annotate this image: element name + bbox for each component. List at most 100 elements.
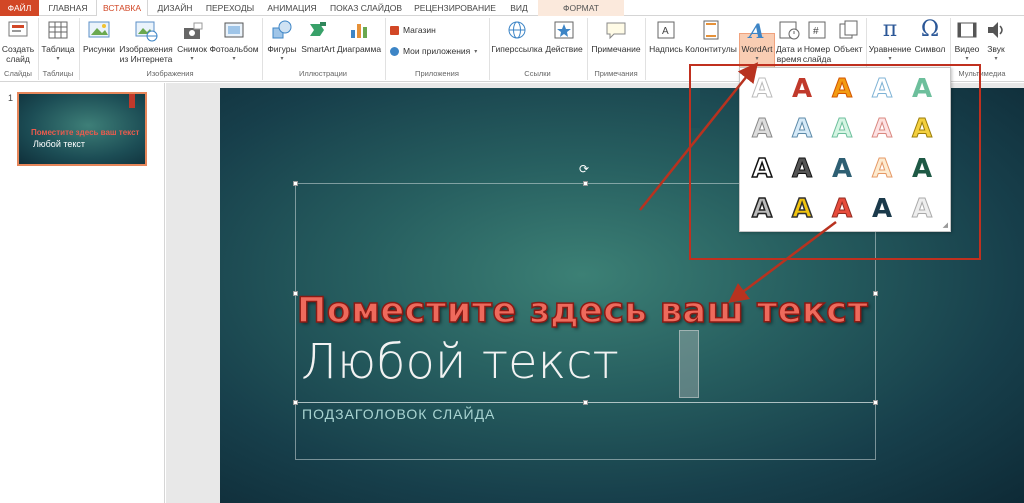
wordart-style-option[interactable]: A xyxy=(782,70,822,108)
shapes-button[interactable]: Фигуры ▾ xyxy=(264,18,300,64)
store-button[interactable]: Магазин xyxy=(390,25,436,35)
header-footer-button[interactable]: Колонтитулы xyxy=(685,18,737,54)
separator xyxy=(38,18,39,80)
shapes-label: Фигуры xyxy=(267,44,297,54)
tab-animations[interactable]: АНИМАЦИЯ xyxy=(262,0,322,16)
slide-title-text[interactable]: Любой текст xyxy=(301,334,619,390)
object-button[interactable]: Объект xyxy=(832,18,864,54)
chart-button[interactable]: Диаграмма xyxy=(336,18,382,54)
rotate-handle-icon[interactable]: ⟳ xyxy=(579,163,589,175)
slide-thumbnail[interactable]: Поместите здесь ваш текст Любой текст xyxy=(17,92,147,166)
wordart-style-option[interactable]: A xyxy=(822,70,862,108)
shapes-icon xyxy=(270,18,294,42)
wordart-style-option[interactable]: A xyxy=(902,190,942,228)
tab-file[interactable]: ФАЙЛ xyxy=(0,0,39,16)
online-pictures-button[interactable]: Изображения из Интернета xyxy=(118,18,174,64)
resize-handle[interactable] xyxy=(293,181,298,186)
new-slide-label-2: слайд xyxy=(6,54,30,64)
slide-number-label-2: слайда xyxy=(802,54,832,64)
action-button[interactable]: Действие xyxy=(544,18,584,54)
audio-button[interactable]: Звук ▾ xyxy=(982,18,1010,64)
wordart-style-option[interactable]: A xyxy=(822,150,862,188)
group-label-images: Изображения xyxy=(146,69,194,78)
new-slide-label-1: Создать xyxy=(1,44,35,54)
wordart-style-option[interactable]: A xyxy=(902,110,942,148)
photo-album-label: Фотоальбом xyxy=(209,44,259,54)
hyperlink-button[interactable]: Гиперссылка xyxy=(491,18,543,54)
group-label-illustrations: Иллюстрации xyxy=(299,69,347,78)
audio-label: Звук xyxy=(987,44,1005,54)
resize-handle[interactable] xyxy=(583,181,588,186)
my-apps-button[interactable]: Мои приложения ▾ xyxy=(390,46,477,56)
resize-handle[interactable] xyxy=(873,291,878,296)
wordart-style-option[interactable]: A xyxy=(742,110,782,148)
wordart-style-option[interactable]: A xyxy=(862,190,902,228)
wordart-style-option[interactable]: A xyxy=(902,70,942,108)
wordart-text[interactable]: Поместите здесь ваш текст xyxy=(296,290,868,332)
video-button[interactable]: Видео ▾ xyxy=(952,18,982,64)
wordart-button[interactable]: A WordArt ▾ xyxy=(738,18,776,64)
tab-home[interactable]: ГЛАВНАЯ xyxy=(44,0,92,16)
speaker-icon xyxy=(984,18,1008,42)
wordart-style-option[interactable]: A xyxy=(742,150,782,188)
slide-number-label-1: Номер xyxy=(803,44,831,54)
wordart-style-option[interactable]: A xyxy=(862,70,902,108)
wordart-style-option[interactable]: A xyxy=(822,190,862,228)
group-label-slides: Слайды xyxy=(4,69,32,78)
table-button[interactable]: Таблица ▾ xyxy=(40,18,76,64)
object-icon xyxy=(836,18,860,42)
online-pictures-label-1: Изображения xyxy=(119,44,173,54)
my-apps-dropdown-icon: ▾ xyxy=(474,48,478,55)
video-dropdown-icon: ▾ xyxy=(965,56,969,62)
wordart-style-option[interactable]: A xyxy=(782,190,822,228)
wordart-style-option[interactable]: A xyxy=(742,190,782,228)
thumbnail-accent-bar xyxy=(129,94,135,108)
pictures-icon xyxy=(87,18,111,42)
equation-button[interactable]: π Уравнение ▾ xyxy=(867,18,913,64)
wordart-dropdown-icon: ▾ xyxy=(755,56,759,62)
pi-icon: π xyxy=(882,17,898,42)
separator xyxy=(262,18,263,80)
wordart-style-option[interactable]: A xyxy=(862,150,902,188)
wordart-style-option[interactable]: A xyxy=(902,150,942,188)
group-label-apps: Приложения xyxy=(415,69,459,78)
tab-format[interactable]: ФОРМАТ xyxy=(538,0,624,16)
omega-icon: Ω xyxy=(920,17,940,42)
pictures-button[interactable]: Рисунки xyxy=(81,18,117,54)
resize-handle[interactable] xyxy=(873,400,878,405)
wordart-style-option[interactable]: A xyxy=(822,110,862,148)
photo-album-button[interactable]: Фотоальбом ▾ xyxy=(209,18,259,64)
slide-number-button[interactable]: # Номер слайда xyxy=(802,18,832,64)
wordart-style-option[interactable]: A xyxy=(782,150,822,188)
globe-icon xyxy=(505,18,529,42)
smartart-button[interactable]: SmartArt xyxy=(300,18,336,54)
textbox-button[interactable]: A Надпись xyxy=(647,18,685,54)
tab-view[interactable]: ВИД xyxy=(504,0,534,16)
smartart-label: SmartArt xyxy=(301,44,335,54)
separator xyxy=(79,18,80,80)
tab-transitions[interactable]: ПЕРЕХОДЫ xyxy=(202,0,258,16)
my-apps-icon xyxy=(390,46,399,56)
text-cursor-selection xyxy=(679,330,699,398)
resize-handle[interactable] xyxy=(583,400,588,405)
datetime-button[interactable]: Дата и время xyxy=(776,18,802,64)
wordart-style-option[interactable]: A xyxy=(782,110,822,148)
tab-review[interactable]: РЕЦЕНЗИРОВАНИЕ xyxy=(410,0,500,16)
svg-text:A: A xyxy=(662,26,669,37)
wordart-style-option[interactable]: A xyxy=(862,110,902,148)
chart-label: Диаграмма xyxy=(336,44,382,54)
slide-subtitle-text[interactable]: ПОДЗАГОЛОВОК СЛАЙДА xyxy=(302,406,495,422)
thumbnail-subtitle: Любой текст xyxy=(33,139,86,149)
wordart-style-option[interactable]: A xyxy=(742,70,782,108)
tab-insert[interactable]: ВСТАВКА xyxy=(96,0,148,17)
gallery-resize-grip-icon[interactable]: ◢ xyxy=(943,221,948,229)
store-label: Магазин xyxy=(403,25,436,35)
new-slide-button[interactable]: Создать слайд xyxy=(1,18,35,64)
resize-handle[interactable] xyxy=(293,400,298,405)
calendar-icon xyxy=(777,18,801,42)
tab-slideshow[interactable]: ПОКАЗ СЛАЙДОВ xyxy=(326,0,406,16)
screenshot-button[interactable]: Снимок ▾ xyxy=(175,18,209,64)
tab-design[interactable]: ДИЗАЙН xyxy=(152,0,198,16)
symbol-button[interactable]: Ω Символ xyxy=(913,17,947,55)
comment-button[interactable]: Примечание xyxy=(589,18,643,54)
